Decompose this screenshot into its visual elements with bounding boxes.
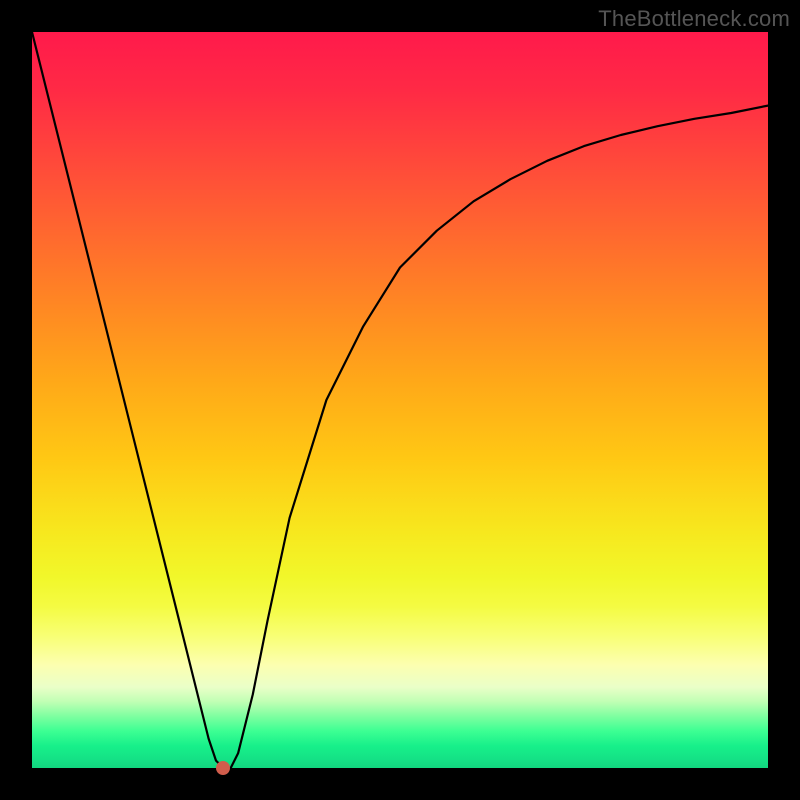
curve-path — [32, 32, 768, 768]
watermark-text: TheBottleneck.com — [598, 6, 790, 32]
optimal-point-marker — [216, 761, 230, 775]
chart-frame: TheBottleneck.com — [0, 0, 800, 800]
bottleneck-curve — [32, 32, 768, 768]
chart-plot-area — [32, 32, 768, 768]
